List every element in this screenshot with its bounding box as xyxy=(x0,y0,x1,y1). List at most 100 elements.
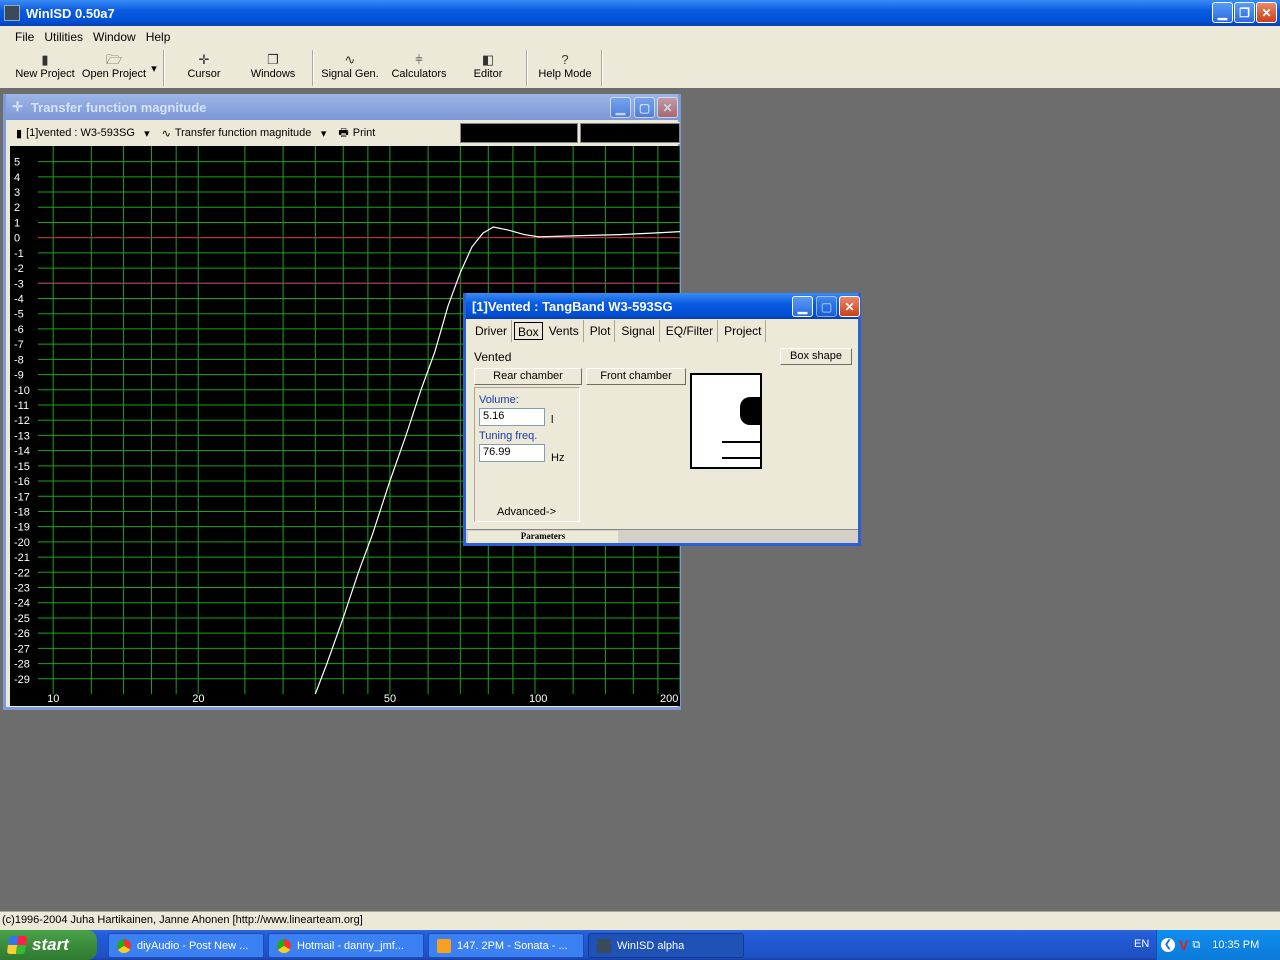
clock: 10:35 PM xyxy=(1212,939,1260,951)
windows-button[interactable]: ❐ Windows xyxy=(244,52,302,86)
start-button[interactable]: start xyxy=(0,930,97,960)
menu-file[interactable]: File xyxy=(10,28,39,46)
y-tick-label: -20 xyxy=(14,537,30,549)
app-title: WinISD 0.50a7 xyxy=(26,5,115,21)
project-select[interactable]: [1]vented : W3-593SG xyxy=(26,127,144,139)
chart-minimize-button[interactable]: ▁ xyxy=(610,97,631,118)
restore-button[interactable]: ❐ xyxy=(1234,2,1255,23)
param-window-title-bar[interactable]: [1]Vented : TangBand W3-593SG ▁ ▢ ✕ xyxy=(466,293,860,319)
volume-field[interactable]: 5.16 xyxy=(479,408,545,426)
advanced-button[interactable]: Advanced-> xyxy=(497,506,556,518)
chart-close-button[interactable]: ✕ xyxy=(657,97,678,118)
close-icon: ✕ xyxy=(844,299,855,314)
language-indicator[interactable]: EN xyxy=(1134,938,1149,950)
rear-chamber-button[interactable]: Rear chamber xyxy=(474,368,582,385)
maximize-icon: ▢ xyxy=(638,100,651,115)
parameters-tab[interactable]: Parameters xyxy=(468,531,618,543)
minimize-icon: ▁ xyxy=(615,100,626,115)
network-icon[interactable]: ⧉ xyxy=(1192,939,1200,952)
front-chamber-button[interactable]: Front chamber xyxy=(586,368,686,385)
task-winisd[interactable]: WinISD alpha xyxy=(588,933,744,958)
status-bar: (c)1996-2004 Juha Hartikainen, Janne Aho… xyxy=(0,911,1280,930)
param-tabs: Driver Box Vents Plot Signal EQ/Filter P… xyxy=(471,320,768,342)
cursor-button[interactable]: ✛ Cursor xyxy=(176,52,232,86)
y-tick-label: 1 xyxy=(14,217,20,229)
menu-utilities[interactable]: Utilities xyxy=(39,28,88,46)
chart-toolbar: ▮ [1]vented : W3-593SG ▾ ∿ Transfer func… xyxy=(10,122,680,144)
open-project-label: Open Project xyxy=(81,68,147,80)
y-tick-label: -27 xyxy=(14,643,30,655)
y-tick-label: -10 xyxy=(14,385,30,397)
task-label: diyAudio - Post New ... xyxy=(137,939,249,952)
y-tick-label: 3 xyxy=(14,187,20,199)
tab-driver[interactable]: Driver xyxy=(471,320,512,342)
task-label: Hotmail - danny_jmf... xyxy=(297,939,404,952)
project-dropdown-icon[interactable]: ▾ xyxy=(144,127,150,140)
menu-help[interactable]: Help xyxy=(141,28,176,46)
taskbar: start diyAudio - Post New ... Hotmail - … xyxy=(0,930,1280,960)
chrome-icon xyxy=(117,938,131,953)
tab-box[interactable]: Box xyxy=(514,322,543,340)
project-icon: ▮ xyxy=(16,127,23,140)
tab-signal[interactable]: Signal xyxy=(617,320,660,342)
driver-icon xyxy=(740,397,760,425)
y-tick-label: -5 xyxy=(14,309,24,321)
chart-window-title-bar[interactable]: ✛ Transfer function magnitude ▁ ▢ ✕ xyxy=(6,94,678,120)
chart-maximize-button[interactable]: ▢ xyxy=(634,97,655,118)
editor-button[interactable]: ◧ Editor xyxy=(460,52,516,86)
y-tick-label: -3 xyxy=(14,278,24,290)
box-shape-button[interactable]: Box shape xyxy=(780,348,852,365)
restore-icon: ❐ xyxy=(1239,5,1250,20)
y-tick-label: -6 xyxy=(14,324,24,336)
minimize-button[interactable]: ▁ xyxy=(1212,2,1233,23)
crosshair-icon: ✛ xyxy=(198,52,210,67)
tuning-freq-field[interactable]: 76.99 xyxy=(479,444,545,462)
y-tick-label: -25 xyxy=(14,613,30,625)
y-tick-label: -11 xyxy=(14,400,29,412)
task-label: WinISD alpha xyxy=(617,939,685,952)
y-tick-label: -1 xyxy=(14,248,24,260)
task-hotmail[interactable]: Hotmail - danny_jmf... xyxy=(268,933,424,958)
tab-vents[interactable]: Vents xyxy=(545,320,584,342)
crosshair-window-icon: ✛ xyxy=(12,99,23,114)
wave-icon: ∿ xyxy=(161,127,171,140)
maximize-icon: ▢ xyxy=(820,299,833,314)
open-project-button[interactable]: 🗁 Open Project xyxy=(80,52,148,86)
task-label: 147. 2PM - Sonata - ... xyxy=(457,939,568,952)
antivirus-icon[interactable]: V xyxy=(1179,937,1188,953)
print-button[interactable]: Print xyxy=(353,127,376,139)
y-tick-label: -26 xyxy=(14,628,30,640)
y-tick-label: -9 xyxy=(14,370,24,382)
calculators-button[interactable]: ⫩ Calculators xyxy=(388,52,450,86)
task-diyaudio[interactable]: diyAudio - Post New ... xyxy=(108,933,264,958)
toolbar-separator xyxy=(526,50,528,86)
tab-eq-filter[interactable]: EQ/Filter xyxy=(662,320,719,342)
dropdown-arrow-icon: ▾ xyxy=(151,63,157,75)
tab-project[interactable]: Project xyxy=(720,320,767,342)
close-button[interactable]: ✕ xyxy=(1256,2,1277,23)
param-maximize-button[interactable]: ▢ xyxy=(816,296,837,317)
show-hidden-icons-icon[interactable]: ❮ xyxy=(1161,938,1175,952)
param-minimize-button[interactable]: ▁ xyxy=(792,296,813,317)
y-tick-label: -8 xyxy=(14,354,24,366)
help-mode-button[interactable]: ? Help Mode xyxy=(534,52,596,86)
new-project-button[interactable]: ▮ New Project xyxy=(14,52,76,86)
graph-dropdown-icon[interactable]: ▾ xyxy=(321,127,327,140)
minimize-icon: ▁ xyxy=(1217,5,1228,20)
menu-window[interactable]: Window xyxy=(88,28,141,46)
graph-select[interactable]: Transfer function magnitude xyxy=(175,127,321,139)
media-player-icon xyxy=(437,938,451,953)
param-close-button[interactable]: ✕ xyxy=(839,296,860,317)
task-media-player[interactable]: 147. 2PM - Sonata - ... xyxy=(428,933,584,958)
winisd-icon xyxy=(597,938,611,953)
question-icon: ? xyxy=(561,52,569,67)
tuning-freq-label: Tuning freq. xyxy=(479,430,538,442)
tab-plot[interactable]: Plot xyxy=(586,320,616,342)
vent-line-bottom xyxy=(722,457,760,459)
new-project-icon: ▮ xyxy=(41,52,49,67)
y-tick-label: -21 xyxy=(14,552,30,564)
y-tick-label: 0 xyxy=(14,233,20,245)
signal-gen-button[interactable]: ∿ Signal Gen. xyxy=(318,52,382,86)
y-tick-label: -12 xyxy=(14,415,30,427)
help-mode-label: Help Mode xyxy=(538,68,592,80)
